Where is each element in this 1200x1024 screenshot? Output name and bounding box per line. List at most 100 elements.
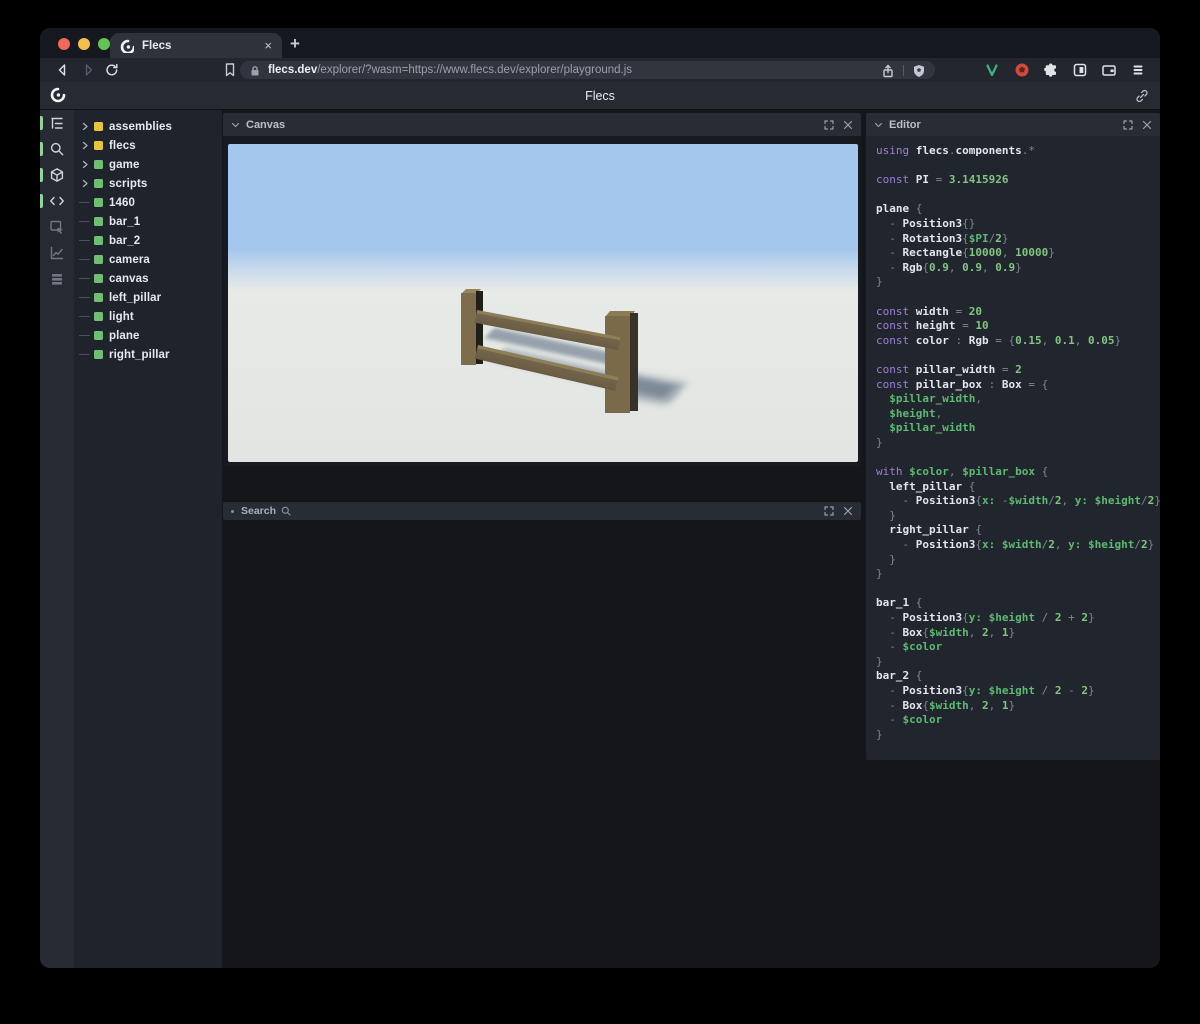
chevron-down-icon[interactable]: [874, 121, 883, 129]
entity-color-square: [94, 122, 103, 131]
code-line: - $color: [876, 713, 943, 727]
entity-color-square: [94, 198, 103, 207]
code-line: $pillar_width,: [876, 392, 982, 406]
tree-item-left_pillar[interactable]: left_pillar: [74, 288, 222, 307]
rail-tree[interactable]: [40, 110, 74, 136]
collapsed-dot-icon[interactable]: [231, 509, 234, 513]
expand-panel-icon[interactable]: [824, 119, 834, 130]
back-button[interactable]: [54, 61, 72, 79]
tree-item-game[interactable]: game: [74, 155, 222, 174]
active-indicator: [40, 194, 43, 208]
tree-item-scripts[interactable]: scripts: [74, 174, 222, 193]
code-line: - Position3{y: $height / 2 - 2}: [876, 683, 1095, 697]
url-bar[interactable]: flecs.dev /explorer/?wasm=https://www.fl…: [240, 61, 935, 79]
brave-rewards-icon[interactable]: [1014, 62, 1030, 78]
rail-cube[interactable]: [40, 162, 74, 188]
share-link-icon[interactable]: [1134, 88, 1150, 104]
chevron-right-icon[interactable]: [79, 160, 92, 169]
code-content: using flecs.components.* const PI = 3.14…: [866, 136, 1160, 742]
rail-inspector[interactable]: [40, 214, 74, 240]
bookmark-icon[interactable]: [221, 61, 239, 79]
tree-connector: [78, 316, 92, 317]
vue-devtools-icon[interactable]: [985, 62, 1001, 78]
tree-item-right_pillar[interactable]: right_pillar: [74, 345, 222, 364]
tree-item-bar_2[interactable]: bar_2: [74, 231, 222, 250]
code-line: const PI = 3.1415926: [876, 173, 1009, 187]
tree-icon: [49, 115, 65, 131]
tree-item-label: canvas: [109, 272, 149, 285]
active-indicator: [40, 168, 43, 182]
rail-rows[interactable]: [40, 266, 74, 292]
tree-connector: [78, 297, 92, 298]
tree-item-flecs[interactable]: flecs: [74, 136, 222, 155]
brave-shield-icon[interactable]: [911, 63, 927, 78]
tree-item-plane[interactable]: plane: [74, 326, 222, 345]
script-editor[interactable]: using flecs.components.* const PI = 3.14…: [866, 136, 1160, 760]
code-line: using flecs.components.*: [876, 144, 1035, 157]
menu-icon[interactable]: [1130, 62, 1146, 78]
close-panel-icon[interactable]: [1142, 120, 1152, 130]
new-tab-button[interactable]: +: [290, 34, 300, 54]
code-line: $height,: [876, 406, 943, 420]
entity-color-square: [94, 274, 103, 283]
tree-item-1460[interactable]: 1460: [74, 193, 222, 212]
rail-code[interactable]: [40, 188, 74, 214]
chart-icon: [49, 245, 65, 261]
code-line: - Rgb{0.9, 0.9, 0.9}: [876, 260, 1022, 274]
tree-item-label: left_pillar: [109, 291, 162, 304]
tree-connector: [78, 259, 92, 260]
inspector-icon: [49, 219, 65, 235]
reload-button[interactable]: [103, 61, 121, 79]
3d-viewport[interactable]: [228, 144, 858, 462]
close-window-button[interactable]: [58, 38, 70, 50]
wallet-icon[interactable]: [1101, 62, 1117, 78]
expand-panel-icon[interactable]: [1123, 119, 1133, 130]
chevron-right-icon[interactable]: [79, 179, 92, 188]
active-indicator: [40, 116, 43, 130]
expand-panel-icon[interactable]: [824, 506, 834, 516]
tree-item-canvas[interactable]: canvas: [74, 269, 222, 288]
code-line: bar_1 {: [876, 596, 923, 610]
close-panel-icon[interactable]: [843, 506, 853, 516]
share-icon[interactable]: [880, 63, 896, 78]
tree-item-camera[interactable]: camera: [74, 250, 222, 269]
tree-item-label: 1460: [109, 196, 135, 209]
forward-button[interactable]: [79, 61, 97, 79]
tree-item-assemblies[interactable]: assemblies: [74, 117, 222, 136]
right-pillar-side: [630, 313, 638, 411]
code-line: - Position3{x: -$width/2, y: $height/2}: [876, 494, 1160, 508]
chevron-right-icon[interactable]: [79, 122, 92, 131]
tree-item-label: light: [109, 310, 134, 323]
code-line: - Rectangle{10000, 10000}: [876, 246, 1055, 260]
tree-connector: [78, 335, 92, 336]
tree-item-light[interactable]: light: [74, 307, 222, 326]
code-line: - $color: [876, 640, 943, 654]
flecs-favicon: [120, 39, 134, 53]
rail-search[interactable]: [40, 136, 74, 162]
entity-tree: assemblies flecs game scripts 1460 bar_1 bar_2…: [74, 110, 222, 968]
close-panel-icon[interactable]: [843, 120, 853, 130]
tab-close-icon[interactable]: ×: [264, 38, 272, 53]
entity-color-square: [94, 179, 103, 188]
tree-connector: [78, 202, 92, 203]
code-icon: [49, 193, 65, 209]
cube-icon: [49, 167, 65, 183]
search-panel-title: Search: [241, 505, 277, 517]
entity-color-square: [94, 141, 103, 150]
app-header: Flecs: [40, 82, 1160, 110]
extensions-puzzle-icon[interactable]: [1043, 62, 1059, 78]
chevron-down-icon[interactable]: [231, 121, 240, 129]
rail-chart[interactable]: [40, 240, 74, 266]
zoom-window-button[interactable]: [98, 38, 110, 50]
tree-item-bar_1[interactable]: bar_1: [74, 212, 222, 231]
browser-tab[interactable]: Flecs ×: [110, 33, 282, 58]
rows-icon: [49, 271, 65, 287]
code-line: $pillar_width: [876, 421, 976, 435]
chevron-right-icon[interactable]: [79, 141, 92, 150]
url-domain: flecs.dev: [268, 64, 318, 76]
minimize-window-button[interactable]: [78, 38, 90, 50]
sidebar-toggle-icon[interactable]: [1072, 62, 1088, 78]
